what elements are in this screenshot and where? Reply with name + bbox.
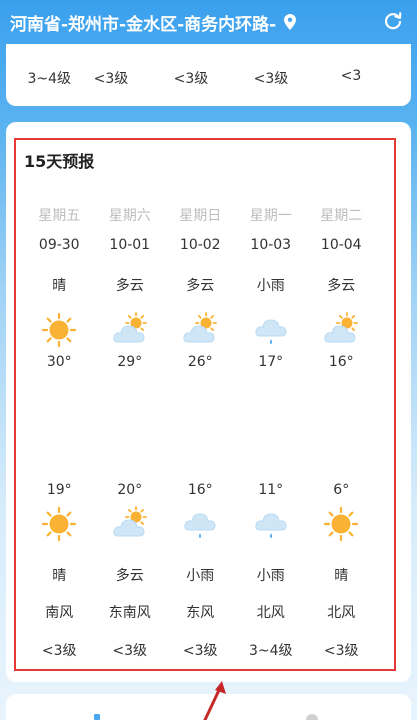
day-condition: 多云: [186, 278, 215, 294]
wind-level: <3级: [323, 643, 359, 659]
light-rain-icon: [253, 506, 289, 542]
night-condition: 晴: [334, 568, 349, 584]
hourly-card[interactable]: 3~4级 <3级 <3级 <3级 <3: [6, 44, 411, 106]
day-weekday: 星期一: [249, 208, 292, 224]
wind-direction: 南风: [45, 605, 74, 621]
tab-dot-icon[interactable]: [305, 712, 319, 720]
day-condition: 多云: [115, 278, 144, 294]
day-weekday: 星期二: [320, 208, 363, 224]
wind-level: <3级: [41, 643, 77, 659]
light-rain-icon: [253, 312, 289, 348]
wind-direction: 北风: [256, 605, 285, 621]
night-condition: 小雨: [186, 568, 215, 584]
day-condition: 晴: [52, 278, 67, 294]
partly-cloudy-icon: [112, 312, 148, 348]
forecast-day-column[interactable]: 星期日 10-02 多云 26° 16° 小雨 东风 <3级: [165, 200, 236, 670]
day-high-temp: 29°: [117, 354, 143, 370]
sun-icon: [323, 506, 359, 542]
hourly-wind-level: <3级: [173, 71, 209, 87]
night-low-temp: 19°: [46, 482, 72, 498]
hourly-wind-row: 3~4级 <3级 <3级 <3级 <3: [6, 68, 411, 88]
location-text[interactable]: 河南省-郑州市-金水区-商务内环路-: [10, 10, 276, 35]
night-condition: 晴: [52, 568, 67, 584]
wind-direction: 北风: [327, 605, 356, 621]
day-date: 10-02: [179, 237, 221, 253]
tab-icon[interactable]: [92, 712, 102, 720]
location-pin-icon[interactable]: [284, 14, 297, 30]
day-high-temp: 16°: [328, 354, 354, 370]
night-low-temp: 6°: [333, 482, 350, 498]
day-date: 09-30: [38, 237, 80, 253]
day-date: 10-01: [109, 237, 151, 253]
day-weekday: 星期日: [179, 208, 222, 224]
arrow-annotation-icon: [203, 681, 226, 720]
wind-direction: 东南风: [108, 605, 151, 621]
day-high-temp: 26°: [187, 354, 213, 370]
sun-icon: [41, 506, 77, 542]
night-low-temp: 20°: [117, 482, 143, 498]
refresh-icon[interactable]: [383, 11, 403, 31]
night-low-temp: 11°: [258, 482, 284, 498]
forecast-day-column[interactable]: 星期六 10-01 多云 29° 20° 多云 东南风 <3级: [95, 200, 166, 670]
day-weekday: 星期五: [38, 208, 81, 224]
hourly-wind-level: <3: [340, 68, 362, 84]
night-condition: 小雨: [256, 568, 285, 584]
forecast-title: 15天预报: [24, 152, 95, 171]
day-date: 10-04: [320, 237, 362, 253]
hourly-wind-level: <3级: [253, 71, 289, 87]
wind-level: <3级: [112, 643, 148, 659]
day-high-temp: 17°: [258, 354, 284, 370]
forecast-day-column[interactable]: 星期二 10-04 多云 16° 6° 晴 北风 <3级: [306, 200, 377, 670]
light-rain-icon: [182, 506, 218, 542]
forecast-day-column[interactable]: 星期一 10-03 小雨 17° 11° 小雨 北风 3~4级: [236, 200, 307, 670]
partly-cloudy-icon: [182, 312, 218, 348]
hourly-wind-level: <3级: [93, 71, 129, 87]
partly-cloudy-icon: [323, 312, 359, 348]
location-header[interactable]: 河南省-郑州市-金水区-商务内环路-: [0, 0, 417, 44]
day-condition: 多云: [327, 278, 356, 294]
forecast-days[interactable]: 星期五 09-30 晴 30° 19° 晴 南风 <3级 星期六 10-01 多…: [24, 200, 404, 670]
sun-icon: [41, 312, 77, 348]
partly-cloudy-icon: [112, 506, 148, 542]
day-high-temp: 30°: [46, 354, 72, 370]
day-weekday: 星期六: [108, 208, 151, 224]
wind-level: <3级: [182, 643, 218, 659]
night-condition: 多云: [115, 568, 144, 584]
night-low-temp: 16°: [187, 482, 213, 498]
wind-direction: 东风: [186, 605, 215, 621]
wind-level: 3~4级: [248, 643, 293, 659]
forecast-day-column[interactable]: 星期五 09-30 晴 30° 19° 晴 南风 <3级: [24, 200, 95, 670]
hourly-wind-level: 3~4级: [27, 71, 71, 87]
day-condition: 小雨: [256, 278, 285, 294]
day-date: 10-03: [250, 237, 292, 253]
